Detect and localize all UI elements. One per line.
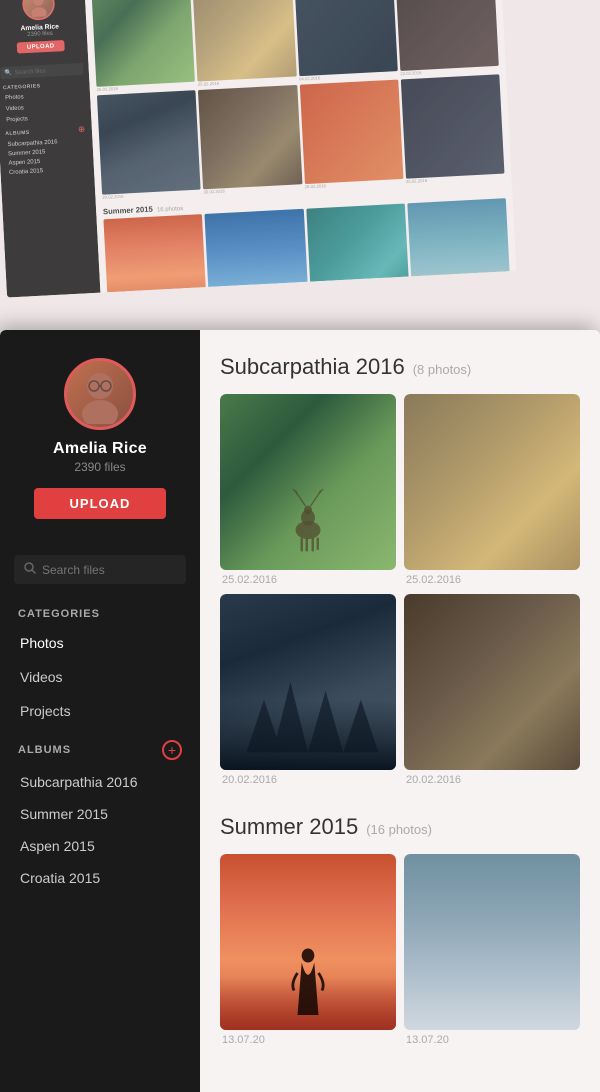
bg-thumb-forest2[interactable] <box>97 90 201 194</box>
bg-thumb-item: 11.07.2015 <box>306 203 410 293</box>
bg-thumb-kitchen[interactable] <box>401 74 505 178</box>
photo-tree-img <box>404 394 580 570</box>
bg-thumb-teal[interactable] <box>306 203 410 293</box>
bg-thumb-cabin[interactable] <box>198 85 302 189</box>
bg-thumb-item: 25.02.2016 <box>193 0 297 88</box>
bg-content: Subcarpathia 2016 8 photos 25.02.2016 25… <box>84 0 517 293</box>
photo-deer-date: 25.02.2016 <box>220 574 396 586</box>
bg-thumb-girl[interactable] <box>103 214 207 293</box>
background-panel: Amelia Rice 2390 files UPLOAD 🔍 Search f… <box>0 0 516 298</box>
bg-thumb-dark[interactable] <box>395 0 499 71</box>
fg-search-icon <box>24 562 36 577</box>
photo-deer-img <box>220 394 396 570</box>
fg-avatar-area: Amelia Rice 2390 files UPLOAD <box>0 330 200 549</box>
fg-categories-label: CATEGORIES <box>0 598 200 626</box>
fg-nav-photos[interactable]: Photos <box>0 626 200 660</box>
bg-thumb-item: 13.07.2015 <box>103 214 207 293</box>
bg-add-album-icon[interactable]: ⊕ <box>78 125 86 135</box>
bg-search-placeholder: Search files <box>14 68 45 76</box>
photo-item-forest[interactable]: 20.02.2016 <box>220 594 396 786</box>
photo-item-winter[interactable]: 13.07.20 <box>404 854 580 1046</box>
bg-avatar-area: Amelia Rice 2390 files UPLOAD <box>0 0 88 64</box>
bg-thumb-water[interactable] <box>205 208 309 292</box>
bg-search-box: 🔍 Search files <box>0 63 84 79</box>
photo-cabin-img <box>404 594 580 770</box>
fg-albums-header: ALBUMS + <box>0 728 200 766</box>
bg-thumb-item: 20.07.2015 <box>407 198 511 293</box>
fg-add-circle-icon: + <box>162 740 182 760</box>
photo-item-deer[interactable]: 25.02.2016 <box>220 394 396 586</box>
bg-album2-title: Summer 2015 <box>103 204 153 215</box>
album2-header: Summer 2015 (16 photos) <box>220 814 580 840</box>
fg-album-aspen[interactable]: Aspen 2015 <box>0 830 200 862</box>
album1-photo-grid: 25.02.2016 25.02.2016 <box>220 394 580 786</box>
photo-cabin-date: 20.02.2016 <box>404 774 580 786</box>
photo-girl-img <box>220 854 396 1030</box>
fg-user-name: Amelia Rice <box>53 440 147 458</box>
bg-thumb-forest[interactable]: 5:40 PM f/9 1/250 ISO 400 <box>294 0 398 76</box>
album2-photo-grid: 13.07.20 13.07.20 <box>220 854 580 1046</box>
fg-nav-projects[interactable]: Projects <box>0 694 200 728</box>
photo-tree-date: 25.02.2016 <box>404 574 580 586</box>
photo-item-tree[interactable]: 25.02.2016 <box>404 394 580 586</box>
bg-thumb-item: 5:40 PM f/9 1/250 ISO 400 04.02.2016 <box>294 0 398 82</box>
bg-thumb-item: 30.02.2016 <box>198 85 302 195</box>
bg-thumb-item: 25.02.2016 <box>91 0 195 93</box>
fg-sidebar: Amelia Rice 2390 files UPLOAD CATEGORIES… <box>0 330 200 1092</box>
fg-upload-button[interactable]: UPLOAD <box>34 488 167 519</box>
bg-thumb-item: 20.02.2016 <box>97 90 201 200</box>
photo-forest-date: 20.02.2016 <box>220 774 396 786</box>
foreground-panel: Amelia Rice 2390 files UPLOAD CATEGORIES… <box>0 330 600 1092</box>
bg-thumb-beach[interactable] <box>407 198 511 293</box>
album2-title: Summer 2015 <box>220 814 358 840</box>
bg-upload-button[interactable]: UPLOAD <box>16 40 65 54</box>
fg-search-box[interactable] <box>14 555 186 584</box>
bg-thumb-warm[interactable] <box>299 80 403 184</box>
bg-thumb-deer[interactable] <box>91 0 195 87</box>
bg-sidebar: Amelia Rice 2390 files UPLOAD 🔍 Search f… <box>0 0 100 298</box>
bg-photo-grid-2: 20.02.2016 30.02.2016 28.02.2016 25.02.2… <box>97 74 505 200</box>
fg-user-files: 2390 files <box>74 460 125 474</box>
bg-thumb-item: 15.07.2015 <box>205 208 309 292</box>
bg-thumb-tree[interactable] <box>193 0 297 82</box>
bg-albums-label: ALBUMS <box>5 130 30 136</box>
bg-album2-count: 16 photos <box>157 205 183 212</box>
photo-winter-date: 13.07.20 <box>404 1034 580 1046</box>
photo-girl-date: 13.07.20 <box>220 1034 396 1046</box>
album-section-subcarpathia: Subcarpathia 2016 (8 photos) <box>220 354 580 786</box>
fg-add-album-button[interactable]: + <box>162 740 182 760</box>
album1-title: Subcarpathia 2016 <box>220 354 405 380</box>
fg-album-subcarpathia[interactable]: Subcarpathia 2016 <box>0 766 200 798</box>
bg-thumb-item: 23.02.2016 <box>395 0 499 77</box>
bg-user-files: 2390 files <box>27 30 53 37</box>
photo-forest-img <box>220 594 396 770</box>
photo-item-cabin[interactable]: 20.02.2016 <box>404 594 580 786</box>
photo-item-girl[interactable]: 13.07.20 <box>220 854 396 1046</box>
fg-avatar <box>64 358 136 430</box>
album1-header: Subcarpathia 2016 (8 photos) <box>220 354 580 380</box>
fg-main-content: Subcarpathia 2016 (8 photos) <box>200 330 600 1092</box>
fg-nav-videos[interactable]: Videos <box>0 660 200 694</box>
bg-thumb-item: 25.02.2016 <box>401 74 505 184</box>
album-section-summer: Summer 2015 (16 photos) <box>220 814 580 1046</box>
photo-winter-img <box>404 854 580 1030</box>
fg-album-summer[interactable]: Summer 2015 <box>0 798 200 830</box>
fg-search-input[interactable] <box>42 563 197 577</box>
fg-album-croatia[interactable]: Croatia 2015 <box>0 862 200 894</box>
bg-thumb-item: 28.02.2016 <box>299 80 403 190</box>
fg-albums-label: ALBUMS <box>18 744 71 756</box>
album1-count: (8 photos) <box>413 362 472 377</box>
album2-count: (16 photos) <box>366 822 432 837</box>
bg-search-icon: 🔍 <box>4 69 12 76</box>
bg-avatar <box>22 0 56 21</box>
